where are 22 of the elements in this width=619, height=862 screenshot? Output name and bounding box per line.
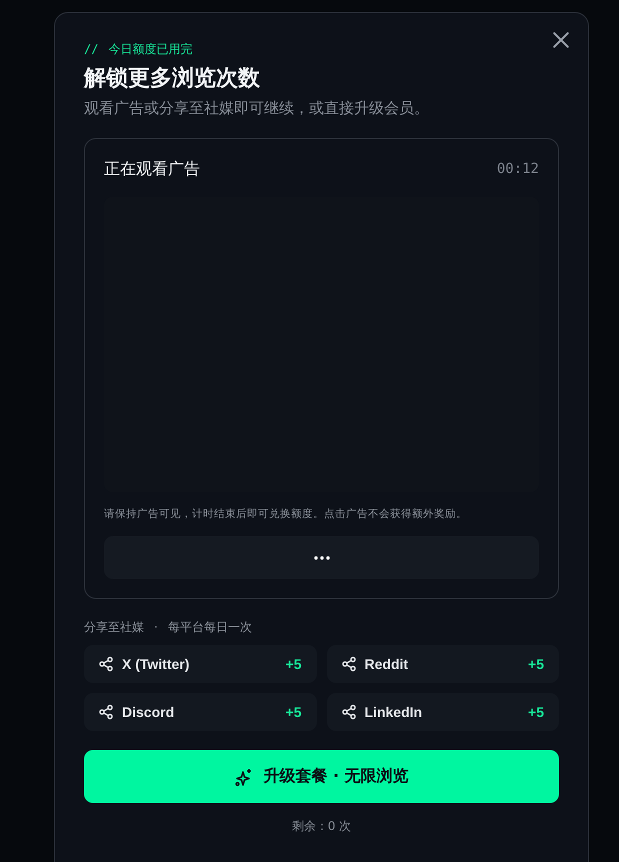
eyebrow-mark: //	[84, 42, 98, 56]
share-label: 分享至社媒	[84, 618, 144, 636]
share-hint: 每平台每日一次	[168, 618, 252, 636]
modal-title: 解锁更多浏览次数	[84, 65, 261, 93]
remaining-count: 剩余：0 次	[290, 818, 352, 835]
ad-note: 请保持广告可见，计时结束后即可兑换额度。点击广告不会获得额外奖励。	[104, 507, 468, 522]
share-icon	[340, 656, 356, 672]
share-button[interactable]: X (Twitter) +5	[84, 645, 316, 683]
share-button[interactable]: Reddit +5	[326, 645, 559, 683]
share-button[interactable]: Discord +5	[84, 693, 316, 731]
share-icon	[98, 704, 114, 720]
upgrade-button[interactable]: 升级套餐 · 无限浏览	[84, 750, 559, 803]
close-icon[interactable]	[552, 31, 570, 49]
separator-dot: ·	[154, 620, 158, 634]
share-icon	[98, 656, 114, 672]
share-icon	[340, 704, 356, 720]
share-button[interactable]: LinkedIn +5	[326, 693, 559, 731]
modal-subtitle: 观看广告或分享至社媒即可继续，或直接升级会员。	[84, 98, 430, 119]
dots-icon	[314, 556, 330, 560]
ad-title: 正在观看广告	[104, 158, 200, 180]
ad-timer: 00:12	[496, 161, 539, 177]
eyebrow-text: 今日额度已用完	[108, 40, 192, 58]
